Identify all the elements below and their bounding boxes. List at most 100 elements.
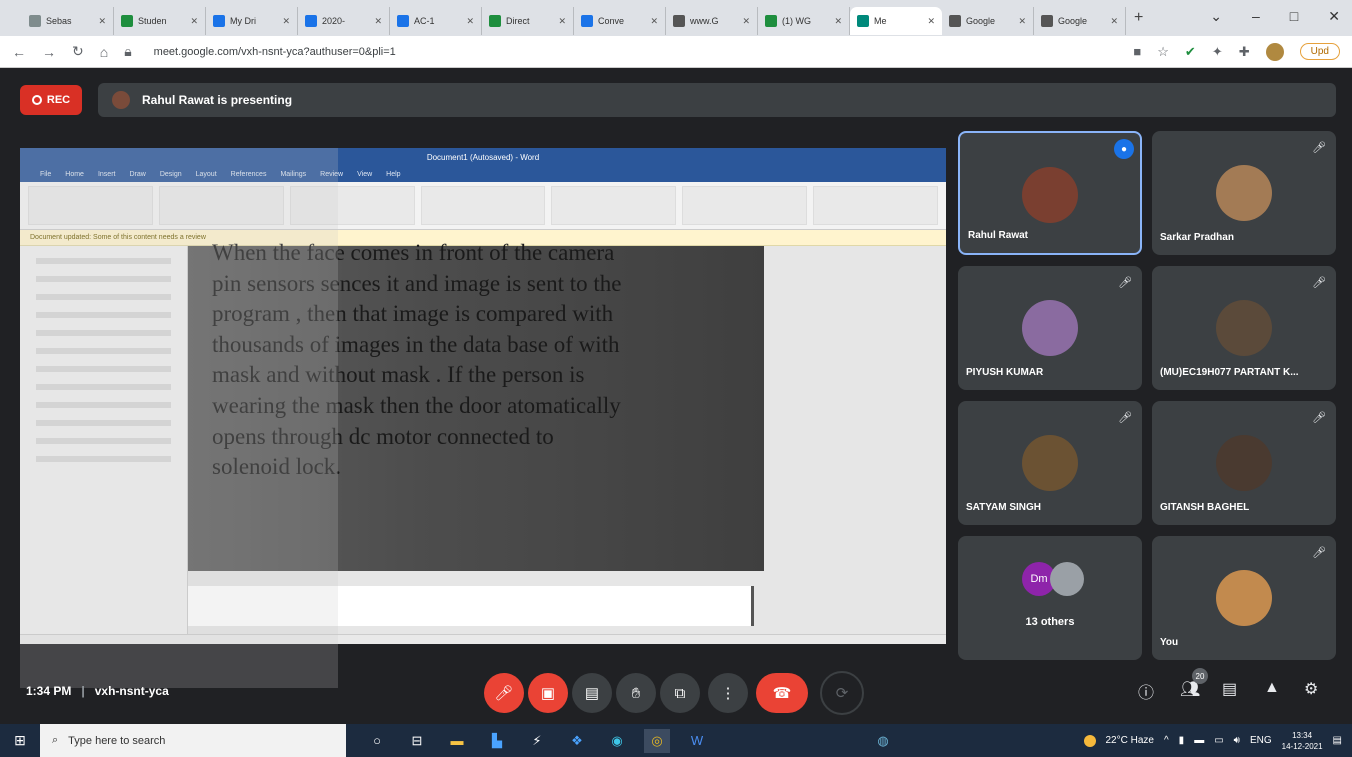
store-icon[interactable]: ▙ <box>484 729 510 753</box>
word-status-bar <box>20 634 946 644</box>
participant-tile[interactable]: 🎤︎ GITANSH BAGHEL <box>1152 401 1336 525</box>
participant-tile[interactable]: 🎤︎ SATYAM SINGH <box>958 401 1142 525</box>
participant-tile[interactable]: 🎤︎ (MU)EC19H077 PARTANT K... <box>1152 266 1336 390</box>
language-indicator[interactable]: ENG <box>1250 735 1272 746</box>
back-icon[interactable]: ← <box>12 44 26 60</box>
tab-favicon-icon <box>949 15 961 27</box>
ribbon-tab: Design <box>159 170 182 178</box>
extra-control-button[interactable]: ⟳ <box>820 671 864 715</box>
network-icon[interactable]: ▬ <box>1194 735 1204 746</box>
extension-icon[interactable]: ✔ <box>1185 44 1196 60</box>
tab-close-icon[interactable]: ✕ <box>374 16 382 27</box>
forward-icon[interactable]: → <box>42 44 56 60</box>
browser-tab[interactable]: Google ✕ <box>942 7 1034 35</box>
volume-icon[interactable]: 🔊︎ <box>1234 735 1240 746</box>
browser-tab-active[interactable]: Me ✕ <box>850 7 942 35</box>
tab-close-icon[interactable]: ✕ <box>927 16 935 27</box>
home-icon[interactable]: ⌂ <box>100 44 108 60</box>
url-field[interactable]: meet.google.com/vxh-nsnt-yca?authuser=0&… <box>154 46 396 58</box>
dropbox-icon[interactable]: ❖ <box>564 729 590 753</box>
teams-icon[interactable]: ◍ <box>870 729 896 753</box>
cortana-icon[interactable]: ○ <box>364 729 390 753</box>
info-icon[interactable]: ⓘ <box>1138 679 1154 703</box>
participant-avatar <box>1216 570 1272 626</box>
self-tile[interactable]: 🎤︎ You <box>1152 536 1336 660</box>
mic-toggle-button[interactable]: 🎤︎ <box>484 673 524 713</box>
browser-tab[interactable]: 2020- ✕ <box>298 7 390 35</box>
document-line: wearing the mask then the door atomatica… <box>212 392 621 418</box>
participant-tile[interactable]: 🎤︎ Sarkar Pradhan <box>1152 131 1336 255</box>
browser-tab[interactable]: AC-1 ✕ <box>390 7 482 35</box>
tab-close-icon[interactable]: ✕ <box>650 16 658 27</box>
more-options-button[interactable]: ⋮ <box>708 673 748 713</box>
activities-icon[interactable]: ▲ <box>1264 679 1280 697</box>
participant-tile[interactable]: ● Rahul Rawat <box>958 131 1142 255</box>
host-controls-icon[interactable]: ⚙ <box>1304 679 1318 699</box>
puzzle-icon[interactable]: ✦ <box>1212 44 1223 60</box>
others-tile[interactable]: Dm 13 others <box>958 536 1142 660</box>
word-icon[interactable]: W <box>684 729 710 753</box>
tab-close-icon[interactable]: ✕ <box>742 16 750 27</box>
document-area: When the face comes in front of the came… <box>20 240 946 634</box>
document-line: opens through dc motor connected to <box>212 423 554 449</box>
profile-avatar[interactable] <box>1265 42 1284 61</box>
chevron-down-icon[interactable]: ⌄ <box>1210 8 1222 25</box>
update-button[interactable]: Upd <box>1299 43 1340 60</box>
tab-close-icon[interactable]: ✕ <box>1018 16 1026 27</box>
participant-tile[interactable]: 🎤︎ PIYUSH KUMAR <box>958 266 1142 390</box>
browser-tab[interactable]: Studen ✕ <box>114 7 206 35</box>
tab-close-icon[interactable]: ✕ <box>834 16 842 27</box>
ribbon-group <box>551 186 677 225</box>
bookmark-star-icon[interactable]: ☆ <box>1157 44 1169 60</box>
taskbar-search-box[interactable]: ⌕ Type here to search <box>40 724 346 757</box>
app-icon[interactable]: ⚡︎ <box>524 729 550 753</box>
lock-icon[interactable]: 🔒︎ <box>124 43 131 60</box>
file-explorer-icon[interactable]: ▬ <box>444 729 470 753</box>
edge-icon[interactable]: ◉ <box>604 729 630 753</box>
browser-tab[interactable]: Conve ✕ <box>574 7 666 35</box>
captions-button[interactable]: ▤ <box>572 673 612 713</box>
windows-start-icon[interactable]: ⊞ <box>0 732 40 749</box>
pin-icon[interactable]: ✚ <box>1239 44 1250 60</box>
browser-tab[interactable]: Direct ✕ <box>482 7 574 35</box>
ribbon-tab: View <box>357 170 373 178</box>
minimize-icon[interactable]: – <box>1252 8 1260 25</box>
browser-tab[interactable]: Sebas ✕ <box>22 7 114 35</box>
camera-permission-icon[interactable]: ■ <box>1133 44 1141 59</box>
tab-close-icon[interactable]: ✕ <box>190 16 198 27</box>
tab-close-icon[interactable]: ✕ <box>1110 16 1118 27</box>
document-line: thousands of images in the data base of … <box>212 331 620 357</box>
meeting-info: 1:34 PM | vxh-nsnt-yca <box>26 684 169 698</box>
chrome-icon[interactable]: ◎ <box>644 728 670 753</box>
tab-close-icon[interactable]: ✕ <box>282 16 290 27</box>
maximize-icon[interactable]: □ <box>1290 8 1298 25</box>
tab-close-icon[interactable]: ✕ <box>98 16 106 27</box>
tab-close-icon[interactable]: ✕ <box>558 16 566 27</box>
reload-icon[interactable]: ↻ <box>72 43 84 60</box>
leave-call-button[interactable]: ☎︎ <box>756 673 808 713</box>
display-icon[interactable]: ▭ <box>1214 735 1223 746</box>
close-icon[interactable]: ✕ <box>1328 8 1340 25</box>
chat-icon[interactable]: ▤ <box>1222 679 1237 699</box>
ribbon-tab: References <box>230 170 267 178</box>
browser-tab[interactable]: (1) WG ✕ <box>758 7 850 35</box>
notifications-icon[interactable]: ▤ <box>1333 735 1342 746</box>
meeting-time: 1:34 PM <box>26 684 72 698</box>
browser-tab[interactable]: Google ✕ <box>1034 7 1126 35</box>
tab-favicon-icon <box>489 15 501 27</box>
new-tab-button[interactable]: + <box>1134 9 1143 27</box>
browser-tab[interactable]: My Dri ✕ <box>206 7 298 35</box>
windows-taskbar: ⊞ ⌕ Type here to search ○ ⊟ ▬ ▙ ⚡︎ ❖ ◉ ◎… <box>0 724 1352 757</box>
raise-hand-button[interactable]: ✋︎ <box>616 673 656 713</box>
ribbon-tab: Insert <box>97 170 116 178</box>
taskbar-clock[interactable]: 13:34 14-12-2021 <box>1282 730 1323 752</box>
camera-toggle-button[interactable]: ▣ <box>528 673 568 713</box>
battery-icon[interactable]: ▮ <box>1179 735 1185 746</box>
present-button[interactable]: ⧉ <box>660 673 700 713</box>
tray-chevron-icon[interactable]: ^ <box>1164 735 1169 746</box>
browser-tab[interactable]: www.G ✕ <box>666 7 758 35</box>
task-view-icon[interactable]: ⊟ <box>404 729 430 753</box>
tab-close-icon[interactable]: ✕ <box>466 16 474 27</box>
weather-text: 22°C Haze <box>1105 735 1154 746</box>
presenter-avatar <box>112 91 130 109</box>
